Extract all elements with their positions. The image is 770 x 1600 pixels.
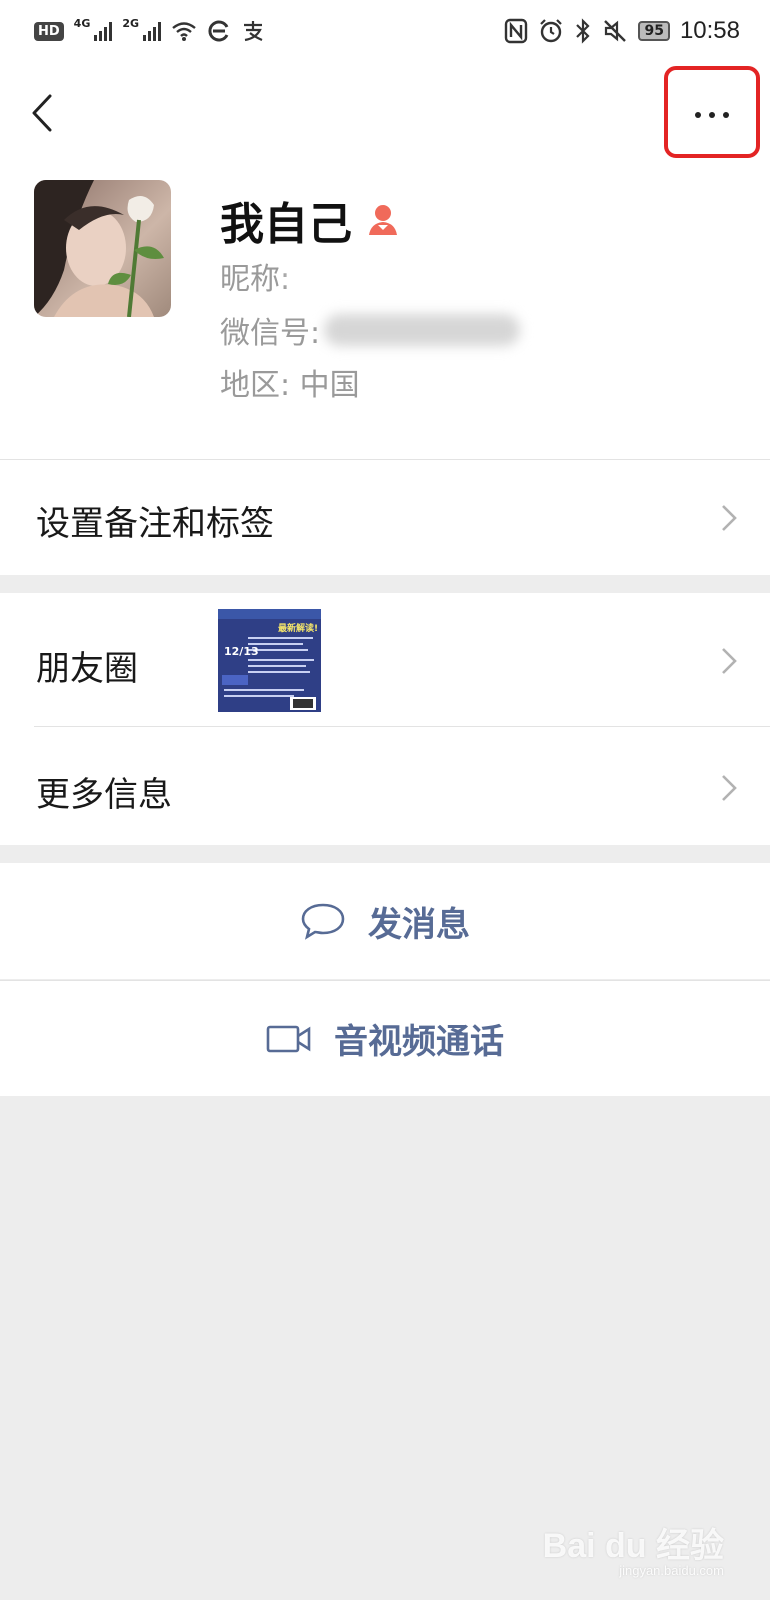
wifi-icon <box>172 22 196 41</box>
avatar[interactable] <box>34 180 171 317</box>
send-message-button[interactable]: 发消息 <box>0 863 770 979</box>
back-button[interactable] <box>26 88 66 138</box>
wechat-id-label: 微信号: <box>220 316 321 351</box>
female-icon <box>369 205 397 235</box>
watermark-text: Bai du 经验 <box>542 1527 724 1565</box>
more-dots-icon <box>691 103 733 122</box>
status-bar: HD 4G 2G 95 10:58 <box>0 0 770 62</box>
signal-icon <box>94 21 113 41</box>
profile-name: 我自己 <box>220 188 400 252</box>
remark-tags-row[interactable]: 设置备注和标签 <box>0 459 770 575</box>
nav-header <box>0 62 770 166</box>
signal-icon <box>143 21 162 41</box>
redacted-blur <box>290 260 400 294</box>
region-label: 地区: <box>220 368 291 403</box>
hd-icon: HD <box>34 21 64 41</box>
alipay-icon <box>244 21 263 42</box>
nfc-icon <box>505 18 528 44</box>
region-value: 中国 <box>299 368 360 403</box>
bluetooth-icon <box>576 18 591 44</box>
moments-label: 朋友圈 <box>36 649 138 689</box>
wechat-id-row: 微信号: <box>220 308 520 352</box>
chevron-right-icon <box>722 775 737 801</box>
chevron-right-icon <box>722 505 737 531</box>
more-button[interactable] <box>664 66 760 158</box>
thumb-headline: 最新解读! <box>278 622 318 634</box>
more-info-label: 更多信息 <box>36 775 172 815</box>
video-call-button[interactable]: 音视频通话 <box>0 980 770 1096</box>
moments-thumbnail: 最新解读! 12/13 <box>218 609 321 712</box>
thumb-date: 12/13 <box>224 645 259 658</box>
region-row: 地区: 中国 <box>220 360 360 404</box>
video-camera-icon <box>266 1025 311 1052</box>
profile-card: 我自己 昵称: 微信号: 地区: 中国 <box>0 166 770 468</box>
alarm-icon <box>540 19 563 43</box>
battery-icon: 95 <box>638 21 670 41</box>
chat-bubble-icon <box>301 903 345 940</box>
network-type-label: 4G <box>73 16 91 30</box>
profile-name-text: 我自己 <box>220 199 352 250</box>
mute-icon <box>604 20 627 42</box>
browser-icon <box>208 20 229 42</box>
nickname-row: 昵称: <box>220 254 400 298</box>
redacted-blur <box>324 314 520 346</box>
send-message-label: 发消息 <box>368 904 470 945</box>
more-info-row[interactable]: 更多信息 <box>0 727 770 845</box>
network-type-label: 2G <box>122 16 140 30</box>
remark-tags-label: 设置备注和标签 <box>36 504 274 544</box>
video-call-label: 音视频通话 <box>334 1022 504 1062</box>
nickname-label: 昵称: <box>220 262 291 297</box>
moments-row[interactable]: 朋友圈 最新解读! 12/13 <box>0 593 770 727</box>
chevron-right-icon <box>722 648 737 674</box>
status-time: 10:58 <box>679 17 740 44</box>
watermark-sub: jingyan.baidu.com <box>619 1563 724 1578</box>
chevron-left-icon <box>32 94 52 132</box>
watermark: Bai du 经验 jingyan.baidu.com <box>543 1518 724 1578</box>
